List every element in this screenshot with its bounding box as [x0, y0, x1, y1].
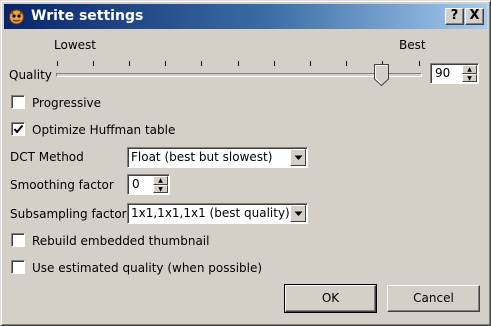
slider-tick	[310, 61, 311, 66]
progressive-checkbox[interactable]	[11, 95, 25, 109]
chevron-down-icon	[294, 211, 303, 216]
quality-value: 90	[435, 66, 451, 80]
dct-method-value: Float (best but slowest)	[131, 150, 273, 164]
rebuild-thumbnail-checkbox[interactable]	[11, 233, 25, 247]
spin-up-icon[interactable]: ▲	[462, 65, 477, 74]
cancel-button[interactable]: Cancel	[387, 285, 480, 312]
estimated-quality-checkbox[interactable]	[11, 260, 25, 274]
optimize-huffman-checkbox[interactable]	[11, 122, 25, 136]
subsampling-select[interactable]: 1x1,1x1,1x1 (best quality)	[127, 203, 308, 224]
slider-tick	[238, 61, 239, 66]
chevron-down-icon	[294, 155, 303, 160]
slider-max-label: Best	[399, 38, 426, 52]
dropdown-arrow-button[interactable]	[290, 149, 306, 166]
spin-down-icon[interactable]: ▼	[462, 73, 477, 82]
dropdown-arrow-button[interactable]	[290, 205, 306, 222]
slider-tick	[419, 61, 420, 66]
write-settings-dialog: Write settings ? X Lowest Best Quality 9…	[0, 0, 491, 326]
optimize-huffman-label: Optimize Huffman table	[32, 123, 176, 137]
spin-down-icon[interactable]: ▼	[153, 184, 168, 193]
smoothing-spinbox[interactable]: 0 ▲ ▼	[127, 174, 170, 195]
title-bar[interactable]: Write settings ? X	[4, 4, 487, 29]
slider-tick	[165, 61, 166, 66]
smoothing-value: 0	[132, 177, 140, 191]
close-button[interactable]: X	[465, 8, 484, 25]
slider-tick	[346, 61, 347, 66]
slider-thumb[interactable]	[374, 64, 389, 86]
slider-tick	[201, 61, 202, 66]
slider-tick	[274, 61, 275, 66]
quality-label: Quality	[9, 68, 52, 82]
spin-up-icon[interactable]: ▲	[153, 176, 168, 185]
dct-method-label: DCT Method	[10, 150, 84, 164]
window-title: Write settings	[31, 8, 144, 24]
progressive-label: Progressive	[32, 96, 102, 110]
rebuild-thumbnail-label: Rebuild embedded thumbnail	[32, 234, 210, 248]
subsampling-label: Subsampling factor	[10, 207, 127, 221]
slider-track[interactable]	[56, 73, 422, 77]
help-button[interactable]: ?	[445, 8, 464, 25]
close-icon: X	[469, 8, 480, 23]
slider-min-label: Lowest	[54, 38, 96, 52]
help-icon: ?	[450, 8, 459, 23]
quality-spin-buttons: ▲ ▼	[462, 65, 477, 82]
checkmark-icon	[13, 124, 24, 134]
quality-spinbox[interactable]: 90 ▲ ▼	[430, 63, 479, 84]
slider-tick	[129, 61, 130, 66]
smoothing-spin-buttons: ▲ ▼	[153, 176, 168, 193]
slider-tick	[57, 61, 58, 66]
estimated-quality-label: Use estimated quality (when possible)	[32, 261, 263, 275]
subsampling-value: 1x1,1x1,1x1 (best quality)	[131, 206, 290, 220]
ok-button[interactable]: OK	[284, 284, 377, 313]
slider-tick	[93, 61, 94, 66]
app-icon	[7, 7, 26, 26]
dct-method-select[interactable]: Float (best but slowest)	[127, 147, 308, 168]
smoothing-label: Smoothing factor	[10, 178, 114, 192]
